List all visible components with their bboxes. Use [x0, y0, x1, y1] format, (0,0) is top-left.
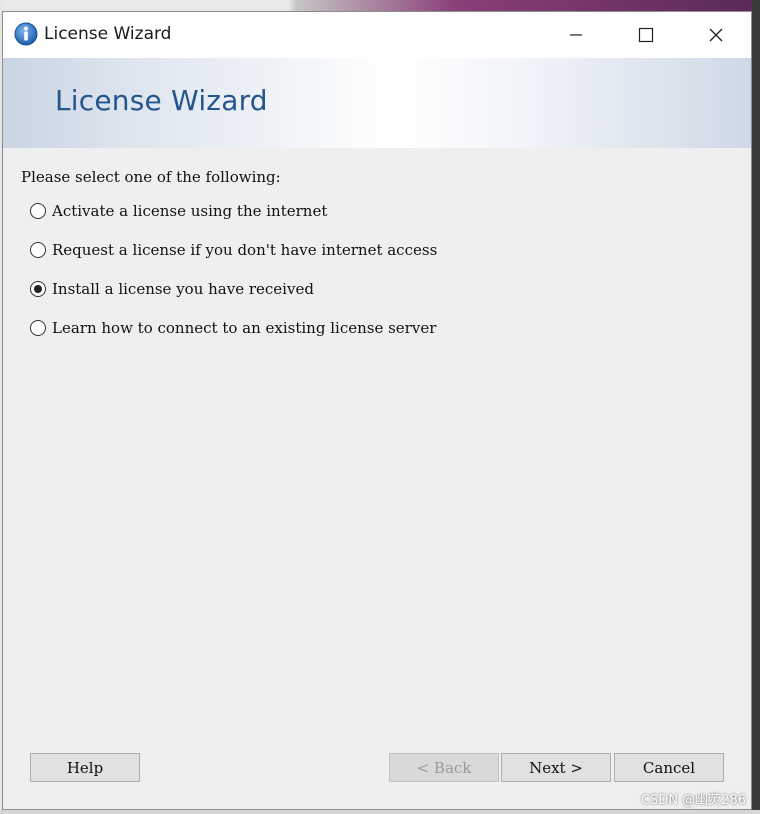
option-label: Activate a license using the internet [52, 202, 328, 220]
option-license-server[interactable]: Learn how to connect to an existing lice… [30, 317, 436, 339]
close-button[interactable] [681, 12, 751, 58]
radio-button[interactable] [30, 320, 46, 336]
license-wizard-window: License Wizard License Wizard Please sel… [2, 11, 752, 810]
selection-prompt: Please select one of the following: [21, 168, 281, 186]
option-label: Request a license if you don't have inte… [52, 241, 438, 259]
title-bar[interactable]: License Wizard [3, 12, 751, 58]
cancel-button[interactable]: Cancel [614, 753, 724, 782]
radio-button-selected[interactable] [30, 281, 46, 297]
maximize-icon [638, 27, 654, 43]
wizard-content: Please select one of the following: Acti… [3, 148, 751, 748]
desktop-background-bottom [0, 810, 760, 814]
minimize-button[interactable] [541, 12, 611, 58]
option-label: Install a license you have received [52, 280, 314, 298]
close-icon [709, 28, 723, 42]
radio-button[interactable] [30, 242, 46, 258]
maximize-button[interactable] [611, 12, 681, 58]
info-icon [14, 22, 38, 46]
radio-selected-dot [34, 285, 42, 293]
next-button[interactable]: Next > [501, 753, 611, 782]
help-button[interactable]: Help [30, 753, 140, 782]
banner-title: License Wizard [55, 84, 268, 117]
option-activate-internet[interactable]: Activate a license using the internet [30, 200, 327, 222]
minimize-icon [570, 34, 582, 36]
back-button[interactable]: < Back [389, 753, 499, 782]
option-install-license[interactable]: Install a license you have received [30, 278, 314, 300]
wizard-banner: License Wizard [3, 58, 751, 148]
option-request-license[interactable]: Request a license if you don't have inte… [30, 239, 437, 261]
option-label: Learn how to connect to an existing lice… [52, 319, 437, 337]
window-title: License Wizard [44, 24, 172, 44]
desktop-background-right [752, 0, 760, 814]
radio-button[interactable] [30, 203, 46, 219]
watermark-text: CSDN @幽荧286 [640, 793, 746, 808]
